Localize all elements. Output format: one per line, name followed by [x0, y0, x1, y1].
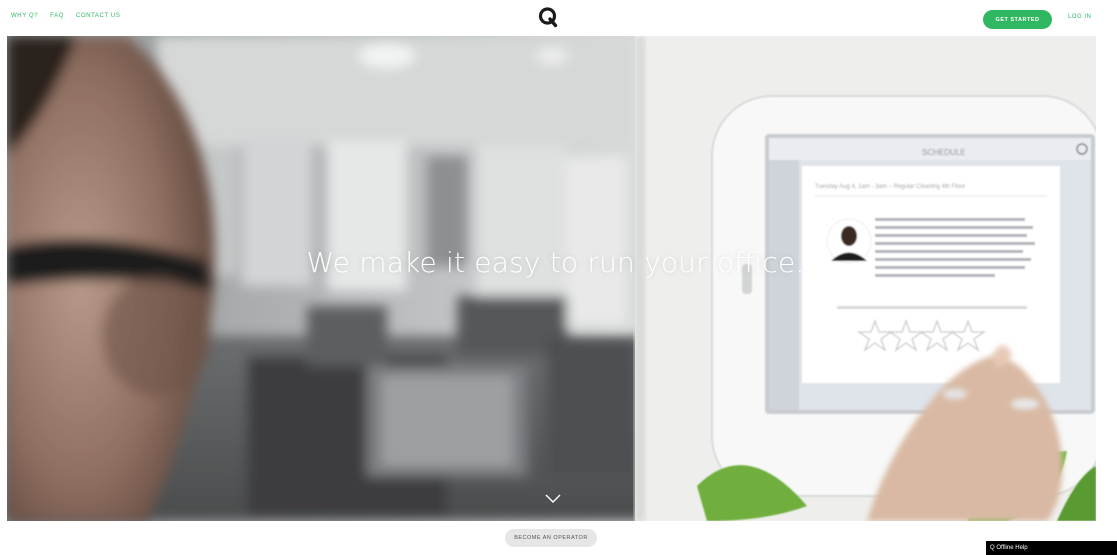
offline-help-widget[interactable]: Q Offline Help: [986, 541, 1117, 555]
hero-title: We make it easy to run your office.: [306, 246, 805, 279]
hero-section: SCHEDULE Tuesday Aug 4, 1am - 3am – Regu…: [7, 36, 1096, 521]
tablet-header-text: SCHEDULE: [922, 148, 966, 157]
login-link[interactable]: LOG IN: [1068, 14, 1091, 20]
nav-link-faq[interactable]: FAQ: [50, 13, 64, 19]
chevron-down-icon[interactable]: [545, 494, 561, 504]
top-navigation: WHY Q? FAQ CONTACT US GET STARTED LOG IN: [0, 0, 1117, 36]
nav-link-why-q[interactable]: WHY Q?: [11, 13, 38, 19]
become-operator-button[interactable]: BECOME AN OPERATOR: [505, 529, 597, 547]
nav-link-contact-us[interactable]: CONTACT US: [76, 13, 120, 19]
get-started-button[interactable]: GET STARTED: [983, 10, 1052, 29]
nav-links: WHY Q? FAQ CONTACT US: [11, 13, 120, 19]
q-logo[interactable]: [538, 6, 558, 28]
dialog-title-text: Tuesday Aug 4, 1am - 3am – Regular Clean…: [815, 184, 965, 190]
